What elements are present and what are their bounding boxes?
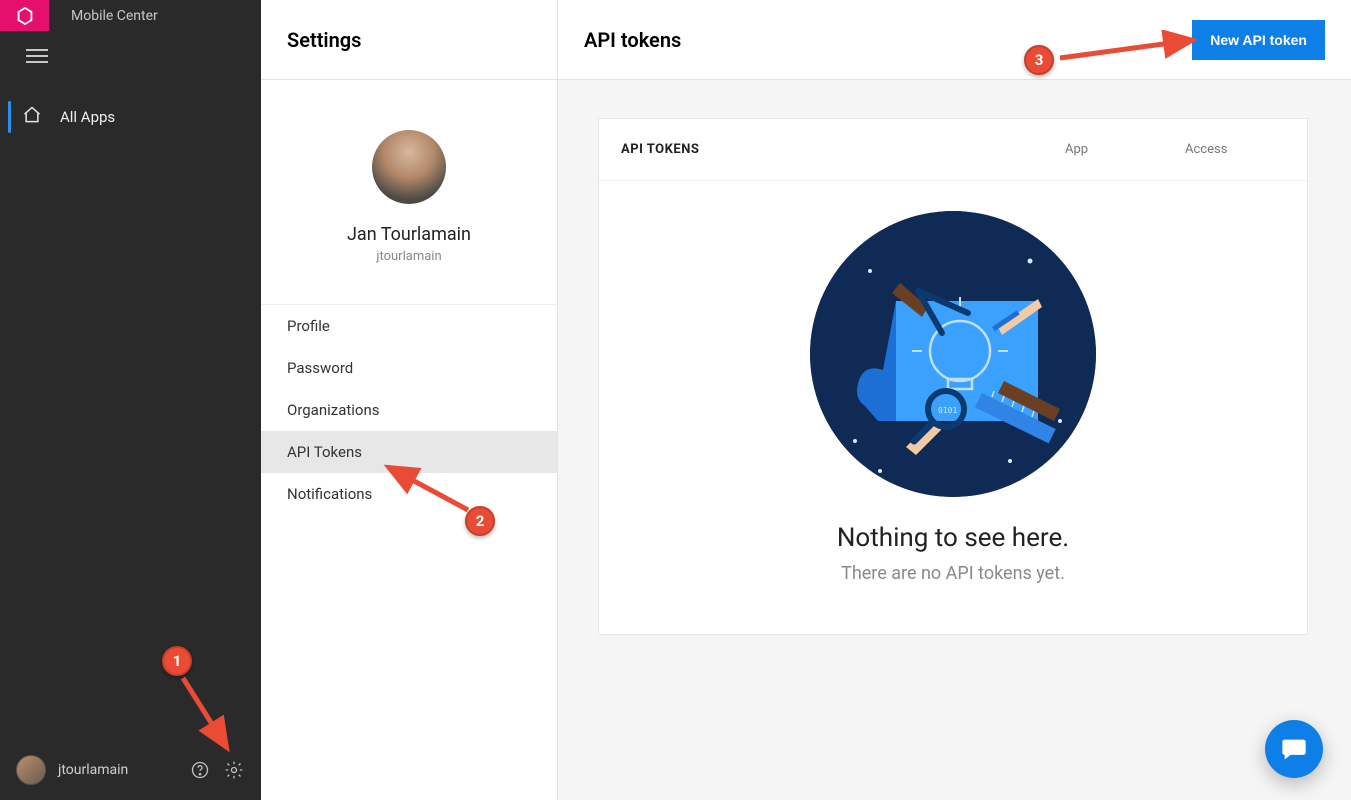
profile-handle: jtourlamain [261,249,557,264]
nav-item-label: All Apps [60,108,115,126]
main-body: API TOKENS App Access [558,80,1351,673]
settings-item-profile[interactable]: Profile [261,305,557,347]
menu-icon [26,49,48,63]
chat-button[interactable] [1265,720,1323,778]
annotation-3: 3 [1024,45,1054,75]
settings-item-api-tokens[interactable]: API Tokens [261,431,557,473]
annotation-1: 1 [162,646,192,676]
table-header: API TOKENS App Access [599,119,1307,181]
empty-state: 0101 Nothing to see here. There are no A… [599,181,1307,634]
svg-text:0101: 0101 [938,406,957,415]
brand-logo-icon [14,5,36,27]
brand-title: Mobile Center [71,8,158,24]
settings-title: Settings [261,0,557,80]
new-api-token-button[interactable]: New API token [1192,20,1325,60]
left-sidebar: Mobile Center All Apps jtourlamain [0,0,261,800]
profile-block: Jan Tourlamain jtourlamain [261,80,557,304]
home-icon [22,105,42,129]
footer-avatar[interactable] [16,755,46,785]
empty-title: Nothing to see here. [619,523,1287,553]
api-tokens-card: API TOKENS App Access [598,118,1308,635]
hamburger-menu[interactable] [0,31,261,81]
empty-subtitle: There are no API tokens yet. [619,563,1287,584]
profile-name: Jan Tourlamain [261,224,557,245]
chat-icon [1280,735,1308,763]
col-access: Access [1185,142,1285,157]
col-tokens: API TOKENS [621,142,1065,157]
main-header: API tokens New API token [558,0,1351,80]
settings-item-notifications[interactable]: Notifications [261,473,557,515]
settings-panel: Settings Jan Tourlamain jtourlamain Prof… [261,0,558,800]
settings-menu: Profile Password Organizations API Token… [261,304,557,515]
nav-item-all-apps[interactable]: All Apps [0,93,261,141]
settings-item-organizations[interactable]: Organizations [261,389,557,431]
brand-logo[interactable] [0,0,49,31]
help-icon[interactable] [189,759,211,781]
main-area: API tokens New API token API TOKENS App … [558,0,1351,800]
profile-avatar[interactable] [372,130,446,204]
annotation-2: 2 [465,506,495,536]
settings-item-password[interactable]: Password [261,347,557,389]
empty-illustration: 0101 [810,211,1096,497]
gear-icon[interactable] [223,759,245,781]
brand-row: Mobile Center [0,0,261,31]
footer-username: jtourlamain [58,762,177,778]
left-footer: jtourlamain [0,740,261,800]
page-title: API tokens [584,28,681,52]
col-app: App [1065,142,1185,157]
